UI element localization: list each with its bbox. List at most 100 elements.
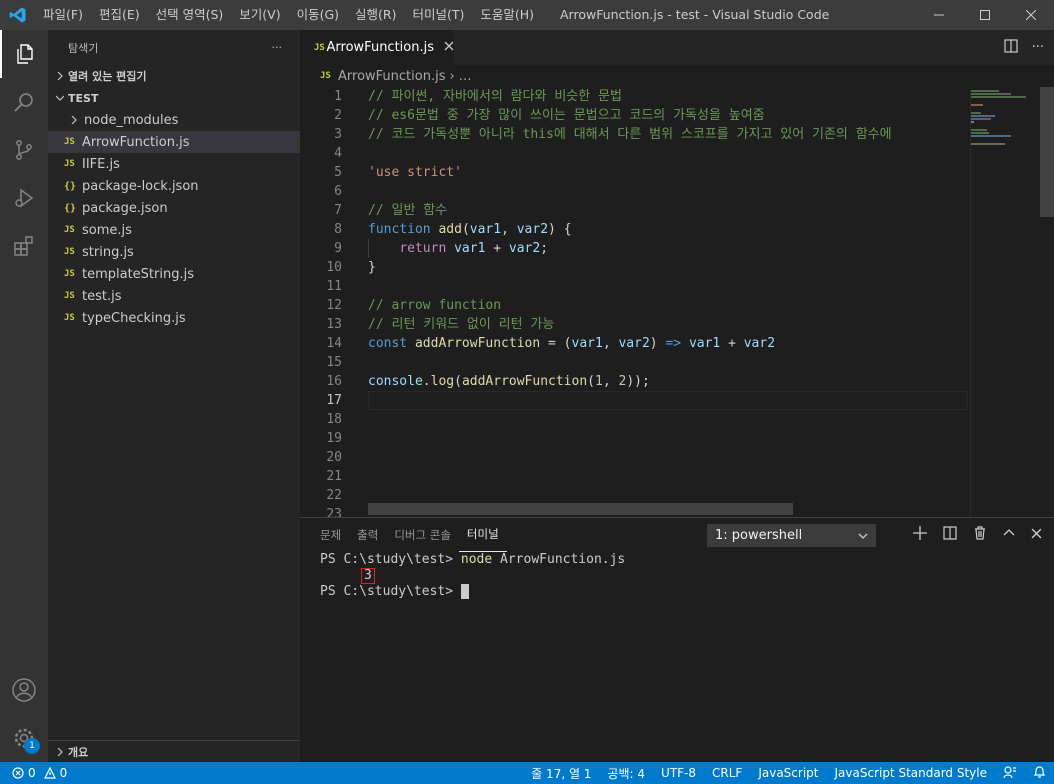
menu-item[interactable]: 이동(G) (289, 0, 347, 30)
notifications-button[interactable] (1033, 765, 1046, 782)
vscode-logo-icon (0, 0, 35, 30)
terminal-argument: ArrowFunction.js (492, 552, 626, 567)
language-mode[interactable]: JavaScript (758, 766, 818, 780)
tree-file[interactable]: JS ArrowFunction.js (48, 131, 300, 153)
folder-section-test[interactable]: TEST (48, 87, 300, 109)
open-editors-label: 열려 있는 편집기 (68, 70, 147, 83)
minimize-button[interactable] (916, 0, 962, 30)
terminal-output[interactable]: PS C:\study\test> node ArrowFunction.js … (320, 552, 1040, 600)
menu-item[interactable]: 터미널(T) (405, 0, 473, 30)
breadcrumb-file[interactable]: ArrowFunction.js (338, 69, 445, 84)
split-terminal-button[interactable] (943, 526, 957, 544)
explorer-title: 탐색기 (68, 41, 99, 55)
tab-arrowfunction[interactable]: JS ArrowFunction.js (300, 30, 454, 65)
panel-tab[interactable]: 문제 (312, 518, 349, 552)
menu-item[interactable]: 편집(E) (91, 0, 148, 30)
manage-button[interactable]: 1 (0, 714, 48, 762)
panel-tab[interactable]: 디버그 콘솔 (386, 518, 459, 552)
files-icon (17, 44, 33, 64)
tab-close-button[interactable] (444, 40, 454, 55)
split-editor-icon (1003, 38, 1018, 53)
maximize-button[interactable] (962, 0, 1008, 30)
vertical-scrollbar[interactable] (1040, 87, 1054, 517)
encoding[interactable]: UTF-8 (661, 766, 696, 780)
tree-item-label: package.json (82, 200, 168, 216)
js-file-icon: JS (64, 313, 75, 323)
explorer-button[interactable] (0, 30, 48, 78)
chevron-right-icon (66, 116, 82, 124)
tree-file[interactable]: {} package.json (48, 197, 300, 219)
minimap[interactable] (970, 87, 1040, 517)
code-token: . (422, 374, 431, 389)
explorer-more-button[interactable]: ··· (272, 41, 283, 54)
tree-item-label: package-lock.json (82, 178, 199, 194)
source-control-icon (16, 140, 32, 160)
explorer-sidebar: 탐색기 ··· 열려 있는 편집기 TEST node_modules JS Arr… (48, 30, 300, 762)
menu-item[interactable]: 도움말(H) (472, 0, 542, 30)
json-file-icon: {} (64, 202, 77, 214)
indentation[interactable]: 공백: 4 (607, 765, 645, 782)
tree-file[interactable]: JS test.js (48, 285, 300, 307)
menu-item[interactable]: 보기(V) (231, 0, 288, 30)
tree-file[interactable]: {} package-lock.json (48, 175, 300, 197)
end-of-line[interactable]: CRLF (712, 766, 742, 780)
breadcrumb: JS ArrowFunction.js › … (300, 65, 1054, 87)
code-token: => (665, 336, 682, 351)
close-window-button[interactable] (1008, 0, 1054, 30)
line-number: 4 (334, 146, 342, 161)
code-token: addArrowFunction (414, 336, 541, 351)
breadcrumb-more[interactable]: … (459, 69, 472, 84)
tree-file[interactable]: JS string.js (48, 241, 300, 263)
problems-status[interactable]: 0 0 (0, 766, 67, 780)
line-number: 13 (326, 317, 342, 332)
search-button[interactable] (0, 78, 48, 126)
code-editor[interactable]: 1 2 3 4 5 6 7 8 9 10 11 12 13 14 15 16 17 18 19 20 21 22 23 //… (300, 87, 1054, 517)
run-debug-button[interactable] (0, 174, 48, 222)
title-bar: 파일(F) 편집(E) 선택 영역(S) 보기(V) 이동(G) 실행(R) 터미널(T) 도… (0, 0, 1054, 30)
menu-item[interactable]: 실행(R) (347, 0, 404, 30)
tree-file[interactable]: JS IIFE.js (48, 153, 300, 175)
horizontal-scrollbar[interactable] (368, 503, 793, 515)
tree-file[interactable]: JS typeChecking.js (48, 307, 300, 329)
terminal-select[interactable]: 1: powershell (707, 524, 876, 547)
code-token: var1 (469, 222, 502, 237)
code-token: var2 (508, 241, 541, 256)
menu-item[interactable]: 파일(F) (35, 0, 91, 30)
code-token: var1 (688, 336, 721, 351)
code-token: add (438, 222, 462, 237)
tree-folder[interactable]: node_modules (48, 109, 300, 131)
close-panel-button[interactable] (1031, 528, 1042, 543)
maximize-panel-button[interactable] (1003, 527, 1015, 543)
new-terminal-button[interactable] (913, 526, 927, 544)
outline-section[interactable]: 개요 (48, 740, 300, 762)
line-number: 20 (326, 450, 342, 465)
kill-terminal-button[interactable] (973, 526, 987, 544)
code-token: , (602, 336, 619, 351)
code-line: return var1 + var2; (368, 239, 968, 258)
tree-file[interactable]: JS some.js (48, 219, 300, 241)
explorer-header: 탐색기 ··· (48, 30, 300, 65)
tree-file[interactable]: JS templateString.js (48, 263, 300, 285)
code-token: // arrow function (368, 298, 502, 313)
accounts-button[interactable] (0, 666, 48, 714)
line-number: 8 (334, 222, 342, 237)
panel-tab[interactable]: 터미널 (458, 518, 507, 552)
menu-item[interactable]: 선택 영역(S) (148, 0, 232, 30)
source-control-button[interactable] (0, 126, 48, 174)
cursor-position[interactable]: 줄 17, 열 1 (531, 765, 591, 782)
terminal-command: node (460, 552, 493, 567)
tab-label: ArrowFunction.js (326, 40, 434, 55)
linter-status[interactable]: JavaScript Standard Style (834, 766, 987, 780)
code-token: return (399, 241, 447, 256)
extensions-button[interactable] (0, 222, 48, 270)
panel-tab[interactable]: 출력 (349, 518, 386, 552)
split-editor-button[interactable] (1003, 38, 1018, 57)
feedback-button[interactable] (1003, 765, 1017, 782)
open-editors-section[interactable]: 열려 있는 편집기 (48, 65, 300, 87)
scrollbar-thumb[interactable] (1040, 87, 1054, 217)
code-lines[interactable]: // 파이썬, 자바에서의 람다와 비슷한 문법 // es6문법 중 가장 많이… (368, 87, 968, 391)
more-actions-button[interactable]: ··· (1032, 40, 1044, 55)
